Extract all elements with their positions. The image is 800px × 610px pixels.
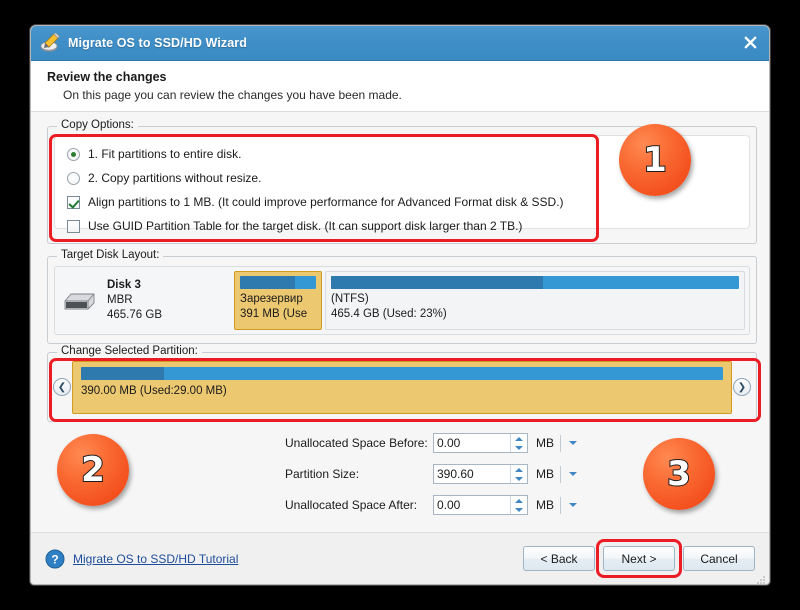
page-subtitle: On this page you can review the changes … xyxy=(63,88,402,102)
field-unallocated-after: Unallocated Space After: MB xyxy=(285,492,585,518)
option-label: Align partitions to 1 MB. (It could impr… xyxy=(88,195,564,209)
target-disk-legend: Target Disk Layout: xyxy=(57,249,164,261)
checkbox-use-gpt[interactable] xyxy=(67,219,80,233)
svg-text:?: ? xyxy=(51,552,58,566)
stepper-down-icon[interactable] xyxy=(511,474,527,483)
option-label: Use GUID Partition Table for the target … xyxy=(88,219,523,233)
unit-label: MB xyxy=(536,498,554,512)
disk-text-block: Disk 3 MBR 465.76 GB xyxy=(107,278,162,323)
selected-partition-bar[interactable]: 390.00 MB (Used:29.00 MB) xyxy=(72,361,732,414)
unit-dropdown-size[interactable] xyxy=(560,465,577,483)
partition-size-stepper[interactable] xyxy=(433,464,528,484)
option-label: 1. Fit partitions to entire disk. xyxy=(88,147,242,161)
disk-size: 465.76 GB xyxy=(107,309,162,321)
partition-usage-bar xyxy=(331,276,739,289)
stepper-arrows[interactable] xyxy=(510,434,527,452)
disk-name: Disk 3 xyxy=(107,279,141,291)
annotation-badge-number: 2 xyxy=(80,450,106,490)
close-icon[interactable] xyxy=(737,30,763,54)
cancel-button[interactable]: Cancel xyxy=(683,546,755,571)
unit-dropdown-after[interactable] xyxy=(560,496,577,514)
tutorial-link[interactable]: Migrate OS to SSD/HD Tutorial xyxy=(73,552,238,566)
unallocated-before-stepper[interactable] xyxy=(433,433,528,453)
stepper-arrows[interactable] xyxy=(510,496,527,514)
wizard-body: Copy Options: 1. Fit partitions to entir… xyxy=(31,112,769,551)
hard-disk-icon xyxy=(63,290,97,312)
title-bar: Migrate OS to SSD/HD Wizard xyxy=(31,26,769,61)
unit-label: MB xyxy=(536,436,554,450)
partition-size-input[interactable] xyxy=(434,465,510,483)
partition-used-fill xyxy=(240,276,295,289)
back-button[interactable]: < Back xyxy=(523,546,595,571)
resize-grip[interactable] xyxy=(756,572,766,584)
checkbox-align-partitions[interactable] xyxy=(67,195,80,209)
next-button-wrap: Next > xyxy=(596,539,682,578)
chevron-right-icon[interactable]: ❯ xyxy=(733,378,751,396)
target-disk-group: Target Disk Layout: Disk 3 MBR 465.76 GB… xyxy=(47,249,757,344)
change-partition-legend: Change Selected Partition: xyxy=(57,345,202,357)
help-icon[interactable]: ? xyxy=(45,549,65,569)
page-header: Review the changes On this page you can … xyxy=(31,61,769,112)
unallocated-after-input[interactable] xyxy=(434,496,510,514)
radio-copy-without-resize[interactable] xyxy=(67,171,80,185)
annotation-badge-number: 3 xyxy=(666,454,692,494)
selected-partition-label: 390.00 MB (Used:29.00 MB) xyxy=(81,385,227,397)
disk-scheme: MBR xyxy=(107,294,133,306)
copy-options-legend: Copy Options: xyxy=(57,119,138,131)
partition-used-fill xyxy=(331,276,544,289)
field-unallocated-before: Unallocated Space Before: MB xyxy=(285,430,585,456)
field-label: Unallocated Space After: xyxy=(285,498,418,512)
footer-bar: ? Migrate OS to SSD/HD Tutorial < Back N… xyxy=(31,532,769,584)
option-use-gpt[interactable]: Use GUID Partition Table for the target … xyxy=(67,214,749,238)
radio-fit-partitions[interactable] xyxy=(67,147,80,161)
selected-partition-used-fill xyxy=(81,367,165,380)
partition-reserved[interactable]: Зарезервир 391 MB (Use xyxy=(234,271,322,330)
chevron-down-icon xyxy=(569,503,577,507)
field-label: Unallocated Space Before: xyxy=(285,436,428,450)
field-label: Partition Size: xyxy=(285,467,360,481)
chevron-down-icon xyxy=(569,472,577,476)
partition-label-line2: 465.4 GB (Used: 23%) xyxy=(331,308,447,320)
stepper-up-icon[interactable] xyxy=(511,434,527,443)
partition-label-line2: 391 MB (Use xyxy=(240,308,308,320)
unallocated-after-stepper[interactable] xyxy=(433,495,528,515)
size-fields: Unallocated Space Before: MB Partition S… xyxy=(285,430,585,523)
unit-label: MB xyxy=(536,467,554,481)
stepper-up-icon[interactable] xyxy=(511,496,527,505)
partition-usage-bar xyxy=(240,276,316,289)
annotation-badge-2: 2 xyxy=(57,434,129,506)
change-partition-group: Change Selected Partition: ❮ ❯ 390.00 MB… xyxy=(47,345,757,422)
selected-partition-usage-bar xyxy=(81,367,723,380)
wizard-window: Migrate OS to SSD/HD Wizard Review the c… xyxy=(30,25,770,585)
footer-buttons: < Back Next > Cancel xyxy=(523,539,755,578)
partition-label-line1: (NTFS) xyxy=(331,293,369,305)
unallocated-before-input[interactable] xyxy=(434,434,510,452)
stepper-down-icon[interactable] xyxy=(511,505,527,514)
chevron-left-icon[interactable]: ❮ xyxy=(53,378,71,396)
field-partition-size: Partition Size: MB xyxy=(285,461,585,487)
window-title: Migrate OS to SSD/HD Wizard xyxy=(68,36,247,50)
stepper-down-icon[interactable] xyxy=(511,443,527,452)
stepper-up-icon[interactable] xyxy=(511,465,527,474)
option-label: 2. Copy partitions without resize. xyxy=(88,171,262,185)
disk-info: Disk 3 MBR 465.76 GB xyxy=(59,271,234,330)
annotation-badge-number: 1 xyxy=(642,140,668,180)
target-disk-row: Disk 3 MBR 465.76 GB Зарезервир 391 MB (… xyxy=(54,266,750,335)
wizard-disk-icon xyxy=(40,32,61,53)
chevron-down-icon xyxy=(569,441,577,445)
partition-ntfs[interactable]: (NTFS) 465.4 GB (Used: 23%) xyxy=(325,271,745,330)
page-title: Review the changes xyxy=(47,70,167,84)
next-button[interactable]: Next > xyxy=(603,546,675,571)
partition-label-line1: Зарезервир xyxy=(240,293,303,305)
annotation-badge-3: 3 xyxy=(643,438,715,510)
stepper-arrows[interactable] xyxy=(510,465,527,483)
unit-dropdown-before[interactable] xyxy=(560,434,577,452)
annotation-badge-1: 1 xyxy=(619,124,691,196)
